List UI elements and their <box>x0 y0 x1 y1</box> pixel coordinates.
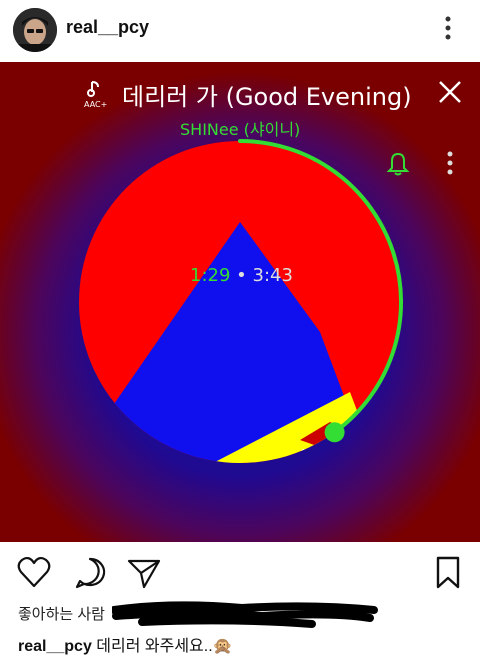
elapsed-time: 1:29 <box>190 265 231 286</box>
post-caption: real__pcy 데리러 와주세요..🙊 <box>18 632 233 656</box>
aac-logo-icon: AAC+ <box>84 81 107 109</box>
action-bar <box>0 555 480 595</box>
send-icon[interactable] <box>126 555 162 591</box>
caption-text: 데리러 와주세요..🙊 <box>96 638 233 655</box>
avatar[interactable] <box>13 8 57 52</box>
time-separator: • <box>236 265 247 286</box>
likes-text[interactable]: 좋아하는 사람 <box>18 603 105 624</box>
close-icon[interactable] <box>436 78 464 106</box>
bookmark-icon[interactable] <box>430 555 466 591</box>
progress-knob[interactable] <box>324 422 345 443</box>
more-options-icon[interactable] <box>438 14 458 44</box>
total-duration: 3:43 <box>252 265 293 286</box>
svg-text:AAC+: AAC+ <box>84 100 107 109</box>
artist-name[interactable]: SHINee (샤이니) <box>180 116 300 140</box>
caption-username[interactable]: real__pcy <box>18 638 92 655</box>
comment-icon[interactable] <box>72 555 108 591</box>
heart-icon[interactable] <box>16 555 52 591</box>
redaction-scribble <box>112 601 378 628</box>
time-readout: 1:29 • 3:43 <box>190 265 293 286</box>
bell-icon[interactable] <box>384 148 412 178</box>
post-username[interactable]: real__pcy <box>66 17 149 38</box>
player-menu-icon[interactable] <box>440 150 460 178</box>
post-header: real__pcy <box>0 0 480 62</box>
